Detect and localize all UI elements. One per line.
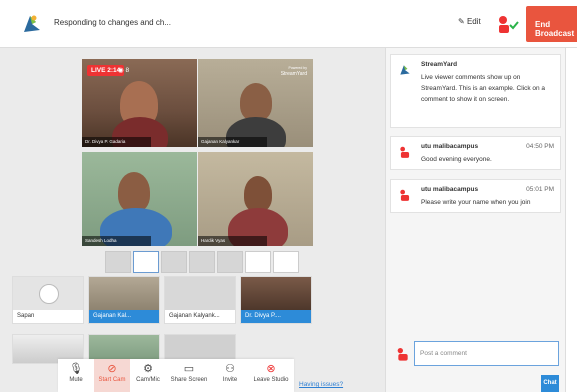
- stage-tile[interactable]: Hardik Vyas: [198, 152, 313, 246]
- control-bar: 🎙 Mute ⊘ Start Cam ⚙ Cam/Mic ▭ Share Scr…: [58, 359, 294, 392]
- participant-name: Dr. Divya P....: [241, 310, 311, 323]
- mute-button[interactable]: 🎙 Mute: [58, 359, 94, 392]
- backstage-participant[interactable]: Gajanan Kalyank...: [164, 276, 236, 324]
- participant-name: Dr. Divya P. Gadaria: [82, 137, 151, 147]
- invite-button[interactable]: ⚇ Invite: [212, 359, 248, 392]
- participant-name: Gajanan Kal...: [89, 310, 159, 323]
- avatar-placeholder-icon: [39, 284, 59, 304]
- end-broadcast-button[interactable]: End Broadcast: [526, 6, 577, 42]
- leave-studio-button[interactable]: ⊗ Leave Studio: [248, 359, 294, 392]
- side-tab-rail[interactable]: [565, 48, 577, 392]
- stage-tile[interactable]: Powered by StreamYard Gajanan Kalyankar: [198, 59, 313, 147]
- chat-panel: StreamYard Live viewer comments show up …: [385, 48, 565, 392]
- stage-tile[interactable]: LIVE 2:14 ◉ 8 Dr. Divya P. Gadaria: [82, 59, 197, 147]
- gear-icon: ⚙: [143, 363, 153, 375]
- add-user-icon: ⚇: [225, 363, 235, 375]
- camera-off-icon: ⊘: [107, 363, 117, 375]
- microphone-icon: 🎙: [69, 363, 83, 375]
- message-text: Live viewer comments show up on StreamYa…: [421, 74, 546, 103]
- start-cam-button[interactable]: ⊘ Start Cam: [94, 359, 130, 392]
- chat-send-button[interactable]: Chat: [541, 375, 559, 392]
- backstage-participant[interactable]: Dr. Divya P....: [240, 276, 312, 324]
- streamyard-avatar-icon: [400, 65, 410, 75]
- layout-split-button[interactable]: [245, 251, 271, 273]
- participant-name: Hardik Vyas: [198, 236, 267, 246]
- having-issues-link[interactable]: Having issues?: [299, 381, 343, 388]
- message-author: StreamYard: [421, 61, 458, 68]
- chat-message[interactable]: utu malibacampus 04:50 PM Good evening e…: [390, 136, 561, 170]
- monitor-icon: ▭: [183, 363, 195, 375]
- youtube-avatar-icon: [400, 146, 410, 158]
- backstage-participant[interactable]: Gajanan Kal...: [88, 276, 160, 324]
- broadcast-title[interactable]: Responding to changes and ch...: [54, 18, 171, 27]
- pencil-icon: ✎: [458, 17, 467, 26]
- comment-input[interactable]: Post a comment: [414, 341, 559, 366]
- message-time: 05:01 PM: [526, 186, 554, 193]
- layout-group-button[interactable]: [133, 251, 159, 273]
- edit-button[interactable]: ✎ Edit: [458, 17, 481, 26]
- layout-spotlight-button[interactable]: [217, 251, 243, 273]
- backstage-participant[interactable]: Sapan: [12, 276, 84, 324]
- participant-name: Sandesh Lodha: [82, 236, 151, 246]
- chat-message[interactable]: utu malibacampus 05:01 PM Please write y…: [390, 179, 561, 213]
- close-icon: ⊗: [266, 363, 276, 375]
- message-time: 04:50 PM: [526, 143, 554, 150]
- message-author: utu malibacampus: [421, 186, 479, 193]
- participant-name: Gajanan Kalyankar: [198, 137, 267, 147]
- layout-blank-button[interactable]: [273, 251, 299, 273]
- streamyard-logo-icon: [24, 15, 40, 32]
- chat-message[interactable]: StreamYard Live viewer comments show up …: [390, 54, 561, 128]
- stage-tile[interactable]: Sandesh Lodha: [82, 152, 197, 246]
- message-author: utu malibacampus: [421, 143, 479, 150]
- participant-name: Gajanan Kalyank...: [165, 310, 235, 323]
- message-text: Please write your name when you join: [421, 199, 531, 206]
- share-screen-button[interactable]: ▭ Share Screen: [166, 359, 212, 392]
- stage-area: LIVE 2:14 ◉ 8 Dr. Divya P. Gadaria Power…: [0, 48, 385, 392]
- streamyard-badge: Powered by StreamYard: [280, 66, 307, 77]
- youtube-avatar-icon: [400, 189, 410, 201]
- top-bar: Responding to changes and ch... ✎ Edit E…: [0, 0, 577, 48]
- cam-mic-button[interactable]: ⚙ Cam/Mic: [130, 359, 166, 392]
- user-avatar-icon: [397, 348, 408, 361]
- message-text: Good evening everyone.: [421, 156, 492, 163]
- layout-picker: [105, 251, 299, 273]
- viewer-count: ◉ 8: [118, 67, 130, 74]
- layout-leader-button[interactable]: [189, 251, 215, 273]
- destination-youtube-icon[interactable]: [496, 13, 520, 35]
- participant-name: Sapan: [13, 310, 83, 323]
- layout-solo-button[interactable]: [105, 251, 131, 273]
- layout-grid-button[interactable]: [161, 251, 187, 273]
